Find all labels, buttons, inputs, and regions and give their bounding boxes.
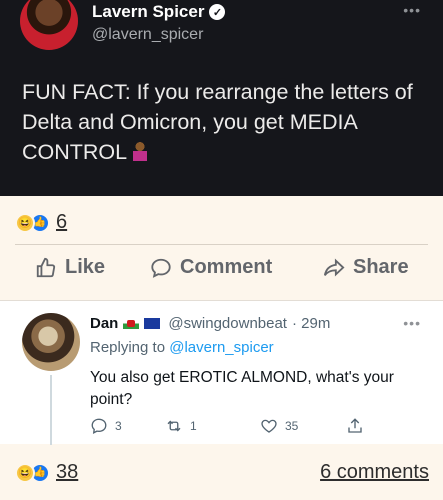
- share-arrow-icon: [323, 258, 345, 277]
- thread-line: [50, 375, 52, 445]
- reply-count: 3: [115, 419, 122, 433]
- retweet-count: 1: [190, 419, 197, 433]
- replying-to-mention[interactable]: @lavern_spicer: [169, 339, 273, 356]
- reply-metrics: 3 1 35: [90, 417, 390, 437]
- reaction-count[interactable]: 6: [56, 211, 67, 234]
- wales-flag-icon: [123, 318, 140, 329]
- like-count: 35: [285, 419, 299, 433]
- share-button[interactable]: Share: [323, 256, 409, 279]
- reply-author-row: Dan @swingdownbeat · 29m: [90, 315, 330, 332]
- author-name[interactable]: Lavern Spicer: [92, 2, 204, 22]
- post-reaction-summary[interactable]: 😆 👍 38: [15, 461, 78, 484]
- heart-icon: [261, 419, 277, 433]
- haha-reaction-icon: 😆: [15, 462, 35, 483]
- divider: [15, 244, 428, 245]
- haha-reaction-icon: 😆: [15, 212, 35, 233]
- upload-share-icon: [348, 418, 362, 433]
- retweet-icon: [167, 420, 181, 432]
- reply-author-name[interactable]: Dan: [90, 315, 118, 332]
- author-avatar[interactable]: [20, 0, 78, 50]
- tweet-text: FUN FACT: If you rearrange the letters o…: [22, 77, 432, 167]
- author-name-row[interactable]: Lavern Spicer ✓: [92, 2, 226, 22]
- share-button-label: Share: [353, 256, 409, 278]
- retweet-button[interactable]: 1: [165, 417, 197, 435]
- reply-author-avatar[interactable]: [22, 313, 80, 371]
- reply-author-handle[interactable]: @swingdownbeat: [168, 315, 287, 332]
- reply-timestamp[interactable]: · 29m: [292, 315, 330, 332]
- comment-button[interactable]: Comment: [150, 256, 272, 279]
- like-button-label: Like: [65, 256, 106, 278]
- like-button[interactable]: Like: [35, 256, 105, 279]
- speech-bubble-icon: [151, 258, 171, 278]
- person-shrugging-emoji-icon: [131, 141, 150, 161]
- heart-like-button[interactable]: 35: [260, 417, 298, 435]
- reply-tweet: Dan @swingdownbeat · 29m ••• Replying to…: [0, 300, 443, 445]
- reply-text: You also get EROTIC ALMOND, what's your …: [90, 369, 394, 408]
- reply-more-options-icon[interactable]: •••: [403, 315, 421, 331]
- comments-count-link[interactable]: 6 comments: [320, 461, 429, 484]
- replying-to: Replying to @lavern_spicer: [90, 339, 274, 356]
- original-tweet: Lavern Spicer ✓ @lavern_spicer ••• FUN F…: [0, 0, 443, 196]
- more-options-icon[interactable]: •••: [403, 2, 421, 18]
- post-reaction-count[interactable]: 38: [56, 461, 78, 484]
- reply-bubble-icon: [91, 418, 107, 434]
- action-bar: Like Comment Share: [0, 256, 443, 290]
- tweet-text-content: FUN FACT: If you rearrange the letters o…: [22, 80, 413, 164]
- share-tweet-button[interactable]: [346, 417, 364, 435]
- author-handle[interactable]: @lavern_spicer: [92, 26, 203, 44]
- comment-button-label: Comment: [180, 256, 273, 278]
- thumbs-up-icon: [36, 257, 56, 277]
- verified-badge-icon: ✓: [209, 4, 226, 20]
- reply-count-button[interactable]: 3: [90, 417, 122, 435]
- reaction-summary[interactable]: 😆 👍 6: [15, 211, 67, 234]
- eu-flag-icon: [144, 318, 161, 329]
- replying-to-prefix: Replying to: [90, 339, 166, 356]
